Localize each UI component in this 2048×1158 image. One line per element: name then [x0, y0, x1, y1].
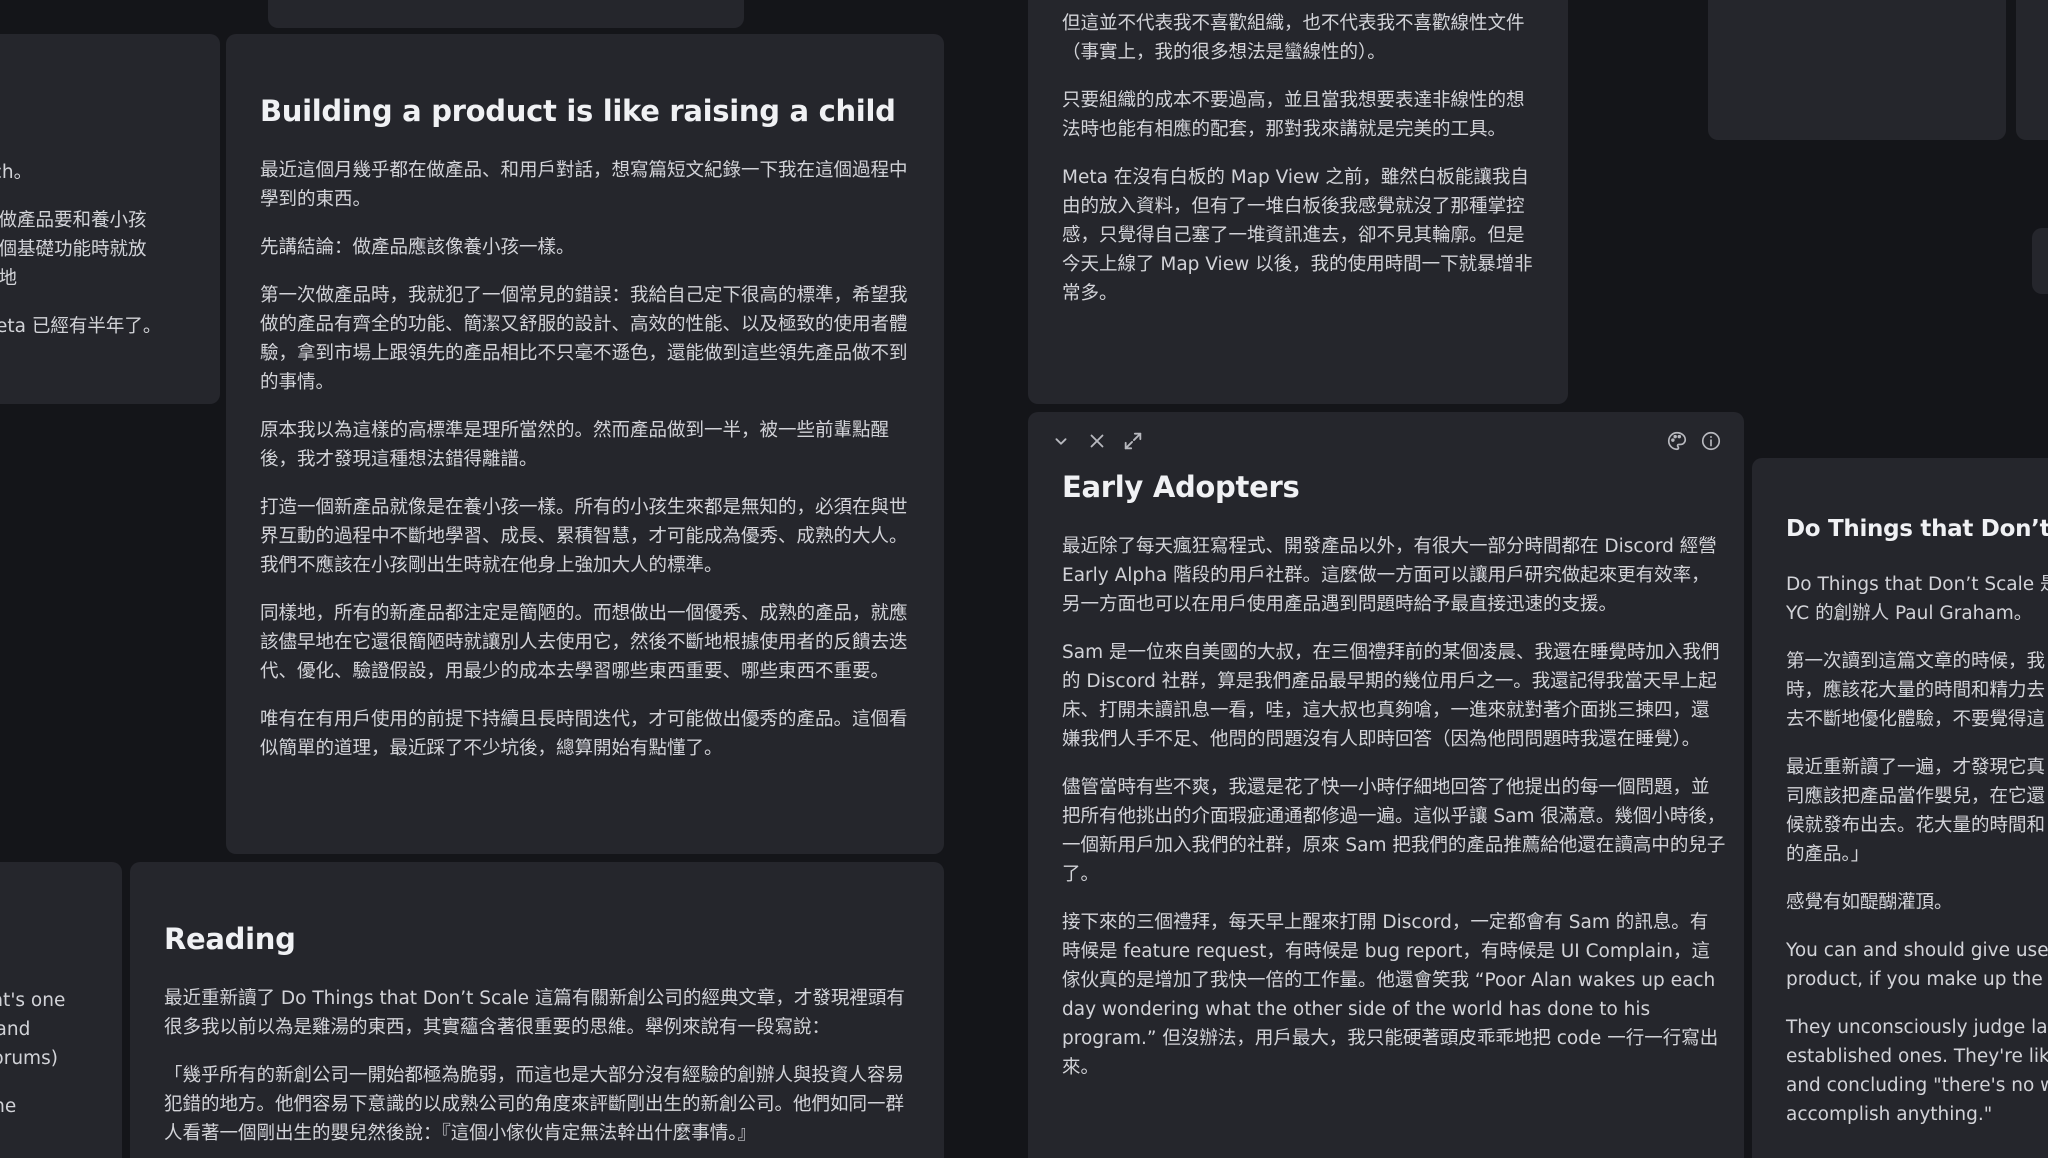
palette-icon: [1668, 431, 1687, 451]
close-button[interactable]: [1086, 430, 1108, 452]
note-paragraph: 但這並不代表我不喜歡組織，也不代表我不喜歡線性文件（事實上，我的很多想法是蠻線性…: [1062, 13, 1525, 63]
note-paragraph: hat's one s and forums): [0, 990, 66, 1069]
note-paragraph: the: [0, 1096, 17, 1117]
note-paragraph: 原本我以為這樣的高標準是理所當然的。然而產品做到一半，被一些前輩點醒後，我才發現…: [260, 420, 890, 470]
note-title: Building a product is like raising a chi…: [260, 94, 896, 128]
note-card-partial-far-right-top[interactable]: [2016, 0, 2048, 140]
color-button[interactable]: [1666, 430, 1688, 452]
note-paragraph: 儘管當時有些不爽，我還是花了快一小時仔細地回答了他提出的每一個問題，並把所有他挑…: [1062, 777, 1726, 885]
note-paragraph: 第一次讀到這篇文章的時候，我 時，應該花大量的時間和精力去 去不斷地優化體驗，不…: [1786, 651, 2046, 730]
note-paragraph: 第一次做產品時，我就犯了一個常見的錯誤：我給自己定下很高的標準，希望我做的產品有…: [260, 285, 908, 393]
note-card-do-things[interactable]: Do Things that Don’t Scale Do Things tha…: [1752, 458, 2048, 1158]
expand-icon: [1124, 432, 1142, 450]
note-title: Early Adopters: [1062, 470, 1300, 504]
note-paragraph: 最近重新讀了 Do Things that Don’t Scale 這篇有關新創…: [164, 988, 905, 1038]
note-paragraph: nch。: [0, 162, 33, 183]
note-paragraph: Meta 在沒有白板的 Map View 之前，雖然白板能讓我自由的放入資料，但…: [1062, 167, 1533, 304]
note-card-partial-left-bottom[interactable]: hat's one s and forums) the: [0, 862, 122, 1158]
note-card-partial-top[interactable]: [268, 0, 744, 28]
note-paragraph: You can and should give users product, i…: [1786, 940, 2048, 990]
note-title: Do Things that Don’t Scale: [1786, 516, 2048, 542]
note-paragraph: They unconsciously judge larv establishe…: [1786, 1017, 2048, 1125]
note-paragraph: 先講結論：做產品應該像養小孩一樣。: [260, 237, 575, 258]
close-icon: [1090, 434, 1104, 448]
note-card-partial-left-top[interactable]: nch。 是做產品要和養小孩 兩個基礎功能時就放 慢地 Meta 已經有半年了。: [0, 34, 220, 404]
note-paragraph: 最近除了每天瘋狂寫程式、開發產品以外，有很大一部分時間都在 Discord 經營…: [1062, 536, 1717, 615]
note-card-organization[interactable]: 但這並不代表我不喜歡組織，也不代表我不喜歡線性文件（事實上，我的很多想法是蠻線性…: [1028, 0, 1568, 404]
note-paragraph: 最近重新讀了一遍，才發現它真 司應該把產品當作嬰兒，在它還 候就發布出去。花大量…: [1786, 757, 2046, 865]
chevron-down-icon: [1055, 438, 1067, 445]
info-button[interactable]: [1700, 430, 1722, 452]
note-paragraph: 打造一個新產品就像是在養小孩一樣。所有的小孩生來都是無知的，必須在與世界互動的過…: [260, 497, 908, 576]
note-card-early-adopters[interactable]: Early Adopters 最近除了每天瘋狂寫程式、開發產品以外，有很大一部分…: [1028, 412, 1744, 1158]
note-paragraph: Sam 是一位來自美國的大叔，在三個禮拜前的某個凌晨、我還在睡覺時加入我們的 D…: [1062, 642, 1720, 750]
info-icon: [1701, 431, 1721, 451]
note-paragraph: 同樣地，所有的新產品都注定是簡陋的。而想做出一個優秀、成熟的產品，就應該儘早地在…: [260, 603, 908, 682]
note-paragraph: 接下來的三個禮拜，每天早上醒來打開 Discord，一定都會有 Sam 的訊息。…: [1062, 912, 1719, 1078]
note-paragraph: 「幾乎所有的新創公司一開始都極為脆弱，而這也是大部分沒有經驗的創辦人與投資人容易…: [164, 1065, 905, 1144]
expand-button[interactable]: [1122, 430, 1144, 452]
note-card-building-product[interactable]: Building a product is like raising a chi…: [226, 34, 944, 854]
note-paragraph: 是做產品要和養小孩 兩個基礎功能時就放 慢地: [0, 210, 147, 289]
note-card-partial-far-right-middle[interactable]: [2032, 228, 2048, 294]
note-paragraph: 感覺有如醍醐灌頂。: [1786, 892, 1953, 913]
note-toolbar: [1050, 426, 1722, 456]
note-paragraph: 只要組織的成本不要過高，並且當我想要表達非線性的想法時也能有相應的配套，那對我來…: [1062, 90, 1525, 140]
note-paragraph: 最近這個月幾乎都在做產品、和用戶對話，想寫篇短文紀錄一下我在這個過程中學到的東西…: [260, 160, 908, 210]
note-title: Reading: [164, 922, 296, 956]
note-paragraph: Do Things that Don’t Scale 是 YC 的創辦人 Pau…: [1786, 574, 2048, 624]
map-view-canvas[interactable]: nch。 是做產品要和養小孩 兩個基礎功能時就放 慢地 Meta 已經有半年了。…: [0, 0, 2048, 1158]
note-paragraph: Meta 已經有半年了。: [0, 316, 162, 337]
collapse-button[interactable]: [1050, 430, 1072, 452]
note-card-reading[interactable]: Reading 最近重新讀了 Do Things that Don’t Scal…: [130, 862, 944, 1158]
note-card-partial-right-top[interactable]: [1708, 0, 2006, 140]
note-paragraph: 唯有在有用戶使用的前提下持續且長時間迭代，才可能做出優秀的產品。這個看似簡單的道…: [260, 709, 908, 759]
